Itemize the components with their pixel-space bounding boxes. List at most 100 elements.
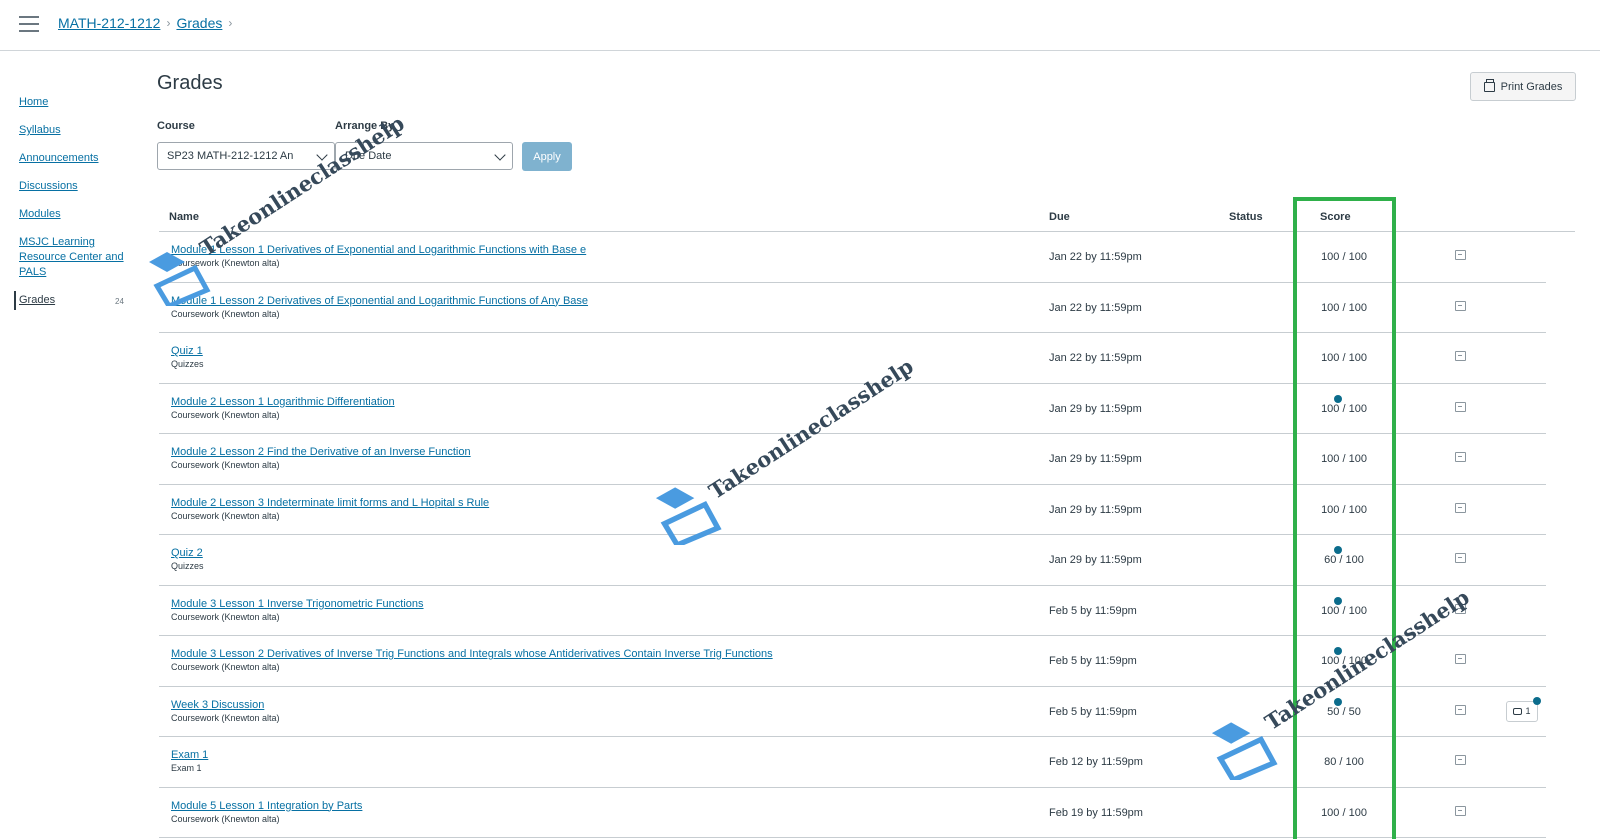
- assignment-group: Coursework (Knewton alta): [171, 258, 280, 268]
- rubric-toggle[interactable]: [1455, 553, 1466, 563]
- nav-item-syllabus[interactable]: Syllabus: [19, 123, 134, 138]
- grades-count-badge: 24: [115, 297, 124, 306]
- column-header-name[interactable]: Name: [169, 211, 199, 223]
- assignment-link[interactable]: Module 5 Lesson 1 Integration by Parts: [171, 800, 362, 812]
- chevron-down-icon: [316, 149, 328, 161]
- unread-indicator-icon: [1334, 697, 1342, 706]
- rubric-icon: [1455, 654, 1466, 664]
- top-bar: MATH-212-1212 › Grades ›: [0, 0, 1600, 51]
- column-header-status[interactable]: Status: [1229, 211, 1263, 223]
- column-header-score[interactable]: Score: [1320, 211, 1351, 223]
- due-date: Feb 5 by 11:59pm: [1049, 604, 1137, 617]
- score-value: 80 / 100: [1324, 756, 1364, 768]
- arrange-by-label: Arrange By: [335, 120, 395, 132]
- nav-item-msjc-learning-resource-center[interactable]: MSJC Learning Resource Center and PALS: [19, 235, 134, 280]
- nav-item-announcements[interactable]: Announcements: [19, 151, 134, 166]
- assignment-link[interactable]: Module 3 Lesson 1 Inverse Trigonometric …: [171, 598, 424, 610]
- page-title: Grades: [157, 72, 223, 94]
- score-value: 60 / 100: [1324, 554, 1364, 566]
- table-row: Module 2 Lesson 2 Find the Derivative of…: [159, 434, 1546, 485]
- hamburger-menu-icon[interactable]: [19, 16, 39, 32]
- assignment-group: Coursework (Knewton alta): [171, 409, 280, 420]
- unread-indicator-icon: [1334, 647, 1342, 655]
- assignment-group: Quizzes: [171, 359, 204, 369]
- due-date: Jan 29 by 11:59pm: [1049, 554, 1142, 566]
- rubric-toggle[interactable]: [1455, 704, 1466, 715]
- table-row: Module 1 Lesson 2 Derivatives of Exponen…: [159, 283, 1546, 333]
- due-date: Feb 5 by 11:59pm: [1049, 705, 1137, 718]
- due-date: Feb 12 by 11:59pm: [1049, 756, 1143, 768]
- rubric-toggle[interactable]: [1455, 300, 1466, 311]
- arrange-by-select[interactable]: Due Date: [335, 142, 513, 170]
- rubric-toggle[interactable]: [1455, 401, 1466, 412]
- rubric-toggle[interactable]: [1455, 755, 1466, 765]
- comment-icon: [1513, 707, 1523, 715]
- nav-item-modules[interactable]: Modules: [19, 207, 134, 222]
- table-row: Module 3 Lesson 1 Inverse Trigonometric …: [159, 586, 1546, 636]
- score-value: 100 / 100: [1321, 352, 1367, 364]
- course-select[interactable]: SP23 MATH-212-1212 An: [157, 142, 335, 170]
- assignment-link[interactable]: Quiz 2: [171, 547, 203, 559]
- print-grades-button[interactable]: Print Grades: [1470, 72, 1576, 101]
- due-date: Jan 22 by 11:59pm: [1049, 251, 1142, 263]
- rubric-toggle[interactable]: [1455, 654, 1466, 664]
- assignment-group: Coursework (Knewton alta): [171, 308, 280, 319]
- breadcrumb-grades-link[interactable]: Grades: [176, 15, 222, 31]
- score-value: 100 / 100: [1321, 251, 1367, 263]
- table-row: Exam 1 Exam 1 Feb 12 by 11:59pm 80 / 100: [159, 737, 1546, 788]
- grades-table-body: Module 1 Lesson 1 Derivatives of Exponen…: [159, 232, 1546, 838]
- unread-indicator-icon: [1334, 394, 1342, 403]
- assignment-link[interactable]: Module 3 Lesson 2 Derivatives of Inverse…: [171, 648, 773, 660]
- unread-indicator-icon: [1334, 596, 1342, 605]
- assignment-link[interactable]: Module 1 Lesson 1 Derivatives of Exponen…: [171, 244, 586, 256]
- rubric-icon: [1455, 704, 1466, 715]
- due-date: Jan 22 by 11:59pm: [1049, 352, 1142, 364]
- score-value: 100 / 100: [1321, 503, 1367, 516]
- rubric-toggle[interactable]: [1455, 603, 1466, 614]
- rubric-toggle[interactable]: [1455, 502, 1466, 513]
- score-value: 100 / 100: [1321, 604, 1367, 617]
- table-row: Module 2 Lesson 3 Indeterminate limit fo…: [159, 485, 1546, 535]
- due-date: Jan 29 by 11:59pm: [1049, 402, 1142, 415]
- table-row: Module 5 Lesson 1 Integration by Parts Co…: [159, 788, 1546, 838]
- arrange-by-select-value: Due Date: [345, 150, 392, 162]
- assignment-group: Exam 1: [171, 763, 202, 773]
- due-date: Feb 19 by 11:59pm: [1049, 806, 1143, 819]
- assignment-link[interactable]: Module 1 Lesson 2 Derivatives of Exponen…: [171, 295, 588, 307]
- assignment-group: Coursework (Knewton alta): [171, 611, 280, 622]
- assignment-group: Coursework (Knewton alta): [171, 510, 280, 521]
- column-header-due[interactable]: Due: [1049, 211, 1070, 223]
- assignment-link[interactable]: Module 2 Lesson 2 Find the Derivative of…: [171, 446, 471, 458]
- assignment-link[interactable]: Quiz 1: [171, 345, 203, 357]
- assignment-group: Coursework (Knewton alta): [171, 813, 280, 824]
- nav-item-grades[interactable]: Grades 24: [14, 291, 134, 310]
- rubric-icon: [1455, 805, 1466, 816]
- assignment-link[interactable]: Module 2 Lesson 1 Logarithmic Differenti…: [171, 396, 395, 408]
- assignment-group: Coursework (Knewton alta): [171, 460, 280, 470]
- assignment-link[interactable]: Module 2 Lesson 3 Indeterminate limit fo…: [171, 497, 489, 509]
- rubric-toggle[interactable]: [1455, 805, 1466, 816]
- due-date: Jan 29 by 11:59pm: [1049, 453, 1142, 465]
- score-value: 100 / 100: [1321, 655, 1367, 667]
- breadcrumb-separator-icon: ›: [166, 16, 171, 30]
- nav-item-discussions[interactable]: Discussions: [19, 179, 134, 194]
- rubric-icon: [1455, 502, 1466, 513]
- table-row: Quiz 2 Quizzes Jan 29 by 11:59pm 60 / 100: [159, 535, 1546, 586]
- assignment-group: Coursework (Knewton alta): [171, 712, 280, 723]
- score-value: 100 / 100: [1321, 453, 1367, 465]
- printer-icon: [1483, 78, 1495, 92]
- nav-item-home[interactable]: Home: [19, 95, 134, 110]
- due-date: Jan 22 by 11:59pm: [1049, 301, 1142, 314]
- rubric-toggle[interactable]: [1455, 452, 1466, 462]
- rubric-toggle[interactable]: [1455, 351, 1466, 361]
- assignment-link[interactable]: Exam 1: [171, 749, 208, 761]
- rubric-icon: [1455, 452, 1466, 462]
- rubric-toggle[interactable]: [1455, 250, 1466, 260]
- assignment-group: Quizzes: [171, 561, 204, 571]
- breadcrumb-course-link[interactable]: MATH-212-1212: [58, 15, 160, 31]
- breadcrumb: MATH-212-1212 › Grades ›: [58, 15, 232, 31]
- rubric-icon: [1455, 755, 1466, 765]
- assignment-link[interactable]: Week 3 Discussion: [171, 699, 264, 711]
- apply-button[interactable]: Apply: [522, 142, 572, 171]
- breadcrumb-separator-icon: ›: [228, 16, 233, 30]
